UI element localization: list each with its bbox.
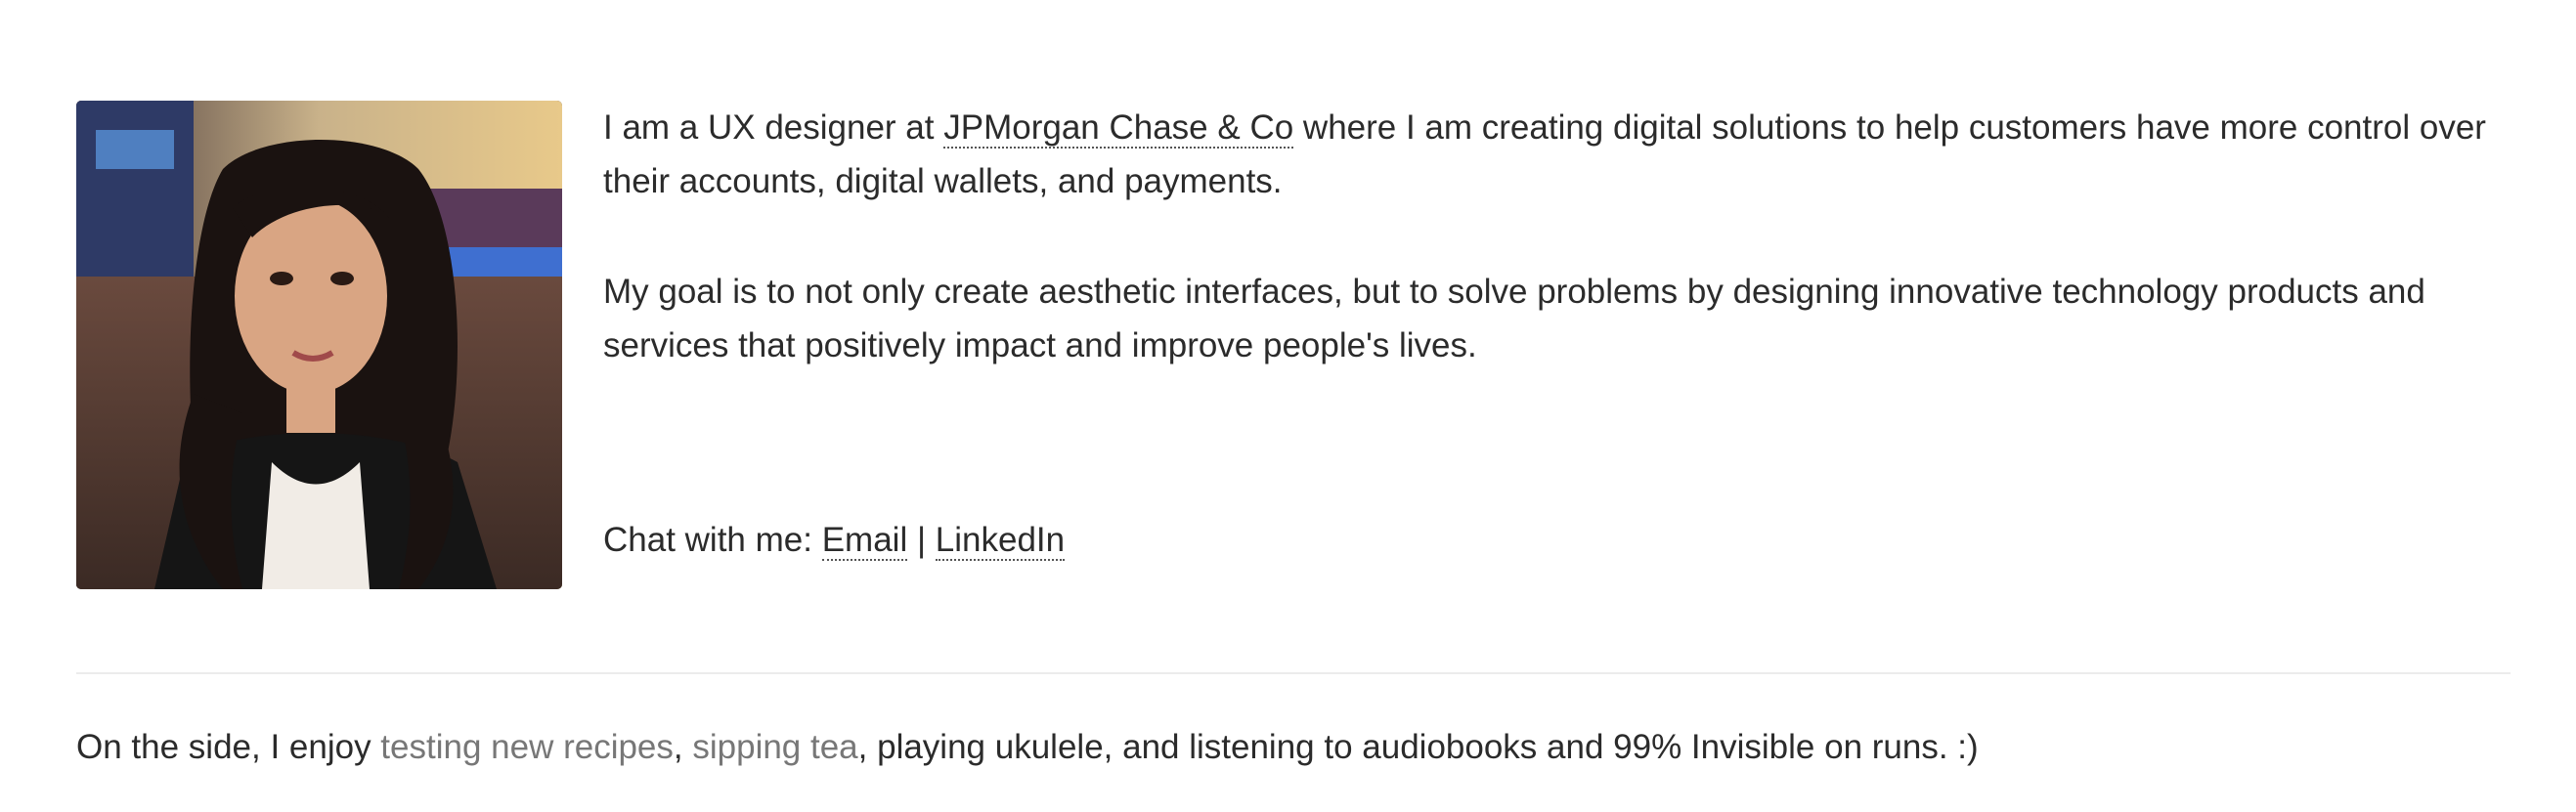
tea-link[interactable]: sipping tea	[692, 728, 857, 766]
recipes-link[interactable]: testing new recipes	[380, 728, 674, 766]
contact-prefix: Chat with me:	[603, 521, 822, 559]
hobbies-suffix: , playing ukulele, and listening to audi…	[857, 728, 1979, 766]
hobbies-comma: ,	[673, 728, 693, 766]
linkedin-link[interactable]: LinkedIn	[935, 521, 1066, 561]
hobbies-prefix: On the side, I enjoy	[76, 728, 381, 766]
email-link[interactable]: Email	[821, 521, 908, 561]
about-section: I am a UX designer at JPMorgan Chase & C…	[76, 101, 2511, 589]
bio-intro: I am a UX designer at JPMorgan Chase & C…	[603, 101, 2511, 208]
profile-photo	[76, 101, 562, 589]
hobbies-line: On the side, I enjoy testing new recipes…	[76, 720, 1979, 774]
bio-goal: My goal is to not only create aesthetic …	[603, 273, 2425, 364]
profile-photo-image	[76, 101, 562, 589]
employer-link[interactable]: JPMorgan Chase & Co	[943, 108, 1294, 149]
bio-intro-before: I am a UX designer at	[603, 108, 944, 147]
contact-separator: |	[907, 521, 936, 559]
bio-text: I am a UX designer at JPMorgan Chase & C…	[603, 101, 2511, 567]
section-divider	[76, 672, 2511, 674]
contact-line: Chat with me: Email | LinkedIn	[603, 513, 2511, 567]
